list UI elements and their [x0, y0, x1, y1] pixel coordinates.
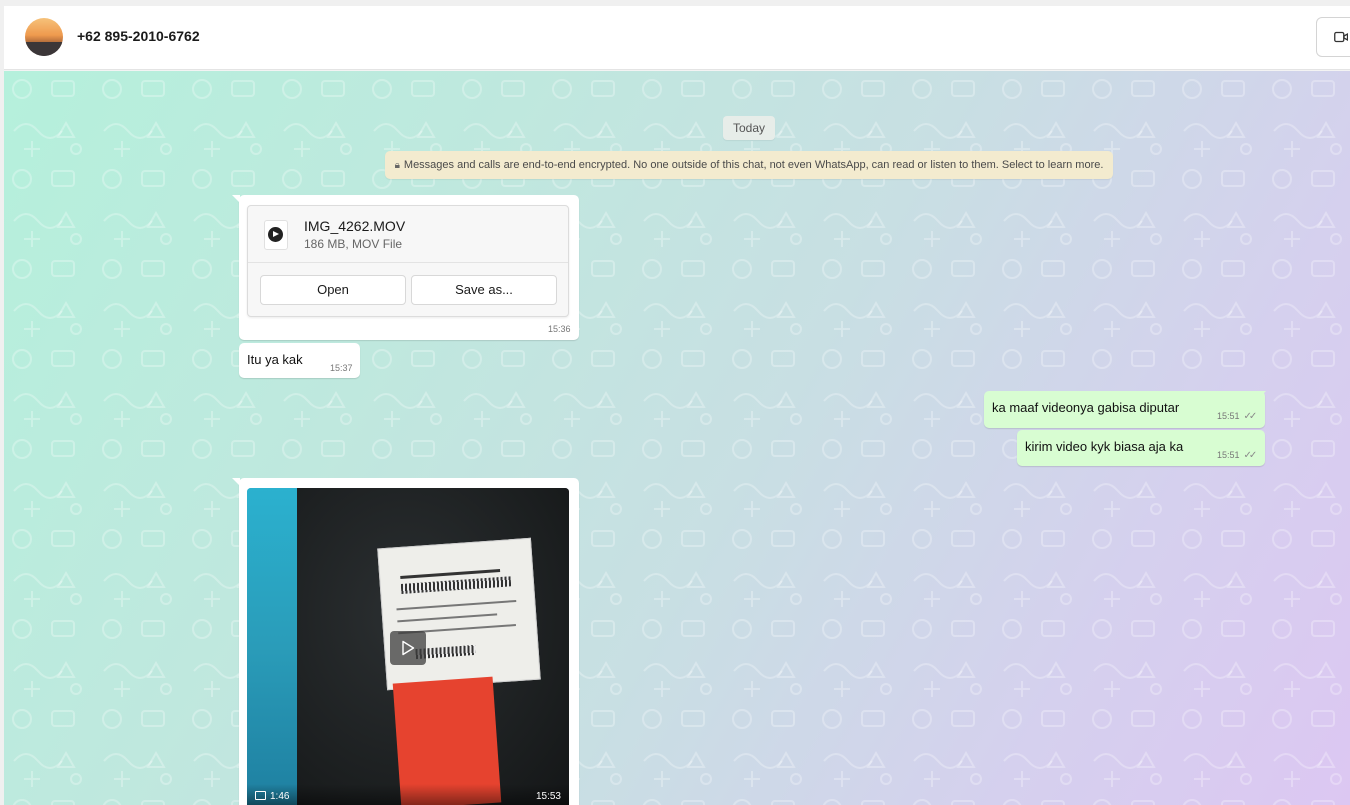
play-icon [402, 640, 415, 656]
message-time: 15:36 [548, 324, 571, 334]
outgoing-text-message: kirim video kyk biasa aja ka 15:51 ✓✓ [1017, 430, 1265, 466]
message-text: ka maaf videonya gabisa diputar [992, 400, 1180, 415]
outgoing-text-message: ka maaf videonya gabisa diputar 15:51 ✓✓ [984, 391, 1266, 428]
play-button[interactable] [390, 631, 426, 665]
video-thumbnail[interactable]: 1:46 15:53 [247, 488, 569, 805]
file-name: IMG_4262.MOV [304, 218, 406, 234]
open-file-button[interactable]: Open [260, 275, 406, 305]
save-as-button[interactable]: Save as... [411, 275, 557, 305]
bubble-tail [232, 195, 240, 203]
lock-icon: 🔒︎ [394, 160, 400, 171]
video-info-bar: 1:46 15:53 [247, 784, 569, 805]
chat-area[interactable]: Today 🔒︎ Messages and calls are end-to-en… [4, 71, 1350, 805]
message-status: 15:51 ✓✓ [1217, 411, 1258, 422]
file-size-type: 186 MB, MOV File [304, 237, 403, 251]
video-file-icon [264, 220, 288, 250]
encryption-notice[interactable]: 🔒︎ Messages and calls are end-to-end encr… [385, 151, 1113, 179]
chat-header: +62 895-2010-6762 [4, 6, 1350, 70]
file-card-divider [248, 262, 568, 263]
video-call-button[interactable] [1316, 17, 1350, 57]
message-time: 15:51 [1217, 411, 1240, 421]
message-time: 15:53 [535, 791, 561, 802]
bubble-tail [1258, 391, 1266, 399]
message-time: 15:51 [1217, 450, 1240, 460]
message-text: Itu ya kak [247, 352, 303, 367]
contact-name[interactable]: +62 895-2010-6762 [77, 28, 200, 44]
double-check-icon: ✓✓ [1243, 450, 1258, 461]
incoming-text-message: Itu ya kak 15:37 [239, 343, 360, 378]
encryption-notice-text: Messages and calls are end-to-end encryp… [403, 159, 1104, 171]
message-status: 15:51 ✓✓ [1217, 450, 1258, 461]
video-duration: 1:46 [255, 791, 289, 802]
message-text: kirim video kyk biasa aja ka [1025, 439, 1184, 454]
bubble-tail [232, 478, 240, 486]
double-check-icon: ✓✓ [1243, 411, 1258, 422]
message-time: 15:37 [330, 363, 353, 373]
contact-avatar[interactable] [25, 18, 63, 56]
incoming-file-message: IMG_4262.MOV 186 MB, MOV File Open Save … [232, 195, 579, 340]
video-camera-icon [255, 791, 266, 800]
incoming-video-message: 1:46 15:53 [232, 478, 579, 805]
thumbnail-shipping-label [377, 537, 541, 691]
date-divider: Today [723, 116, 776, 140]
video-duration-text: 1:46 [270, 791, 290, 802]
video-camera-icon [1334, 31, 1348, 43]
file-attachment-card: IMG_4262.MOV 186 MB, MOV File Open Save … [247, 205, 569, 317]
